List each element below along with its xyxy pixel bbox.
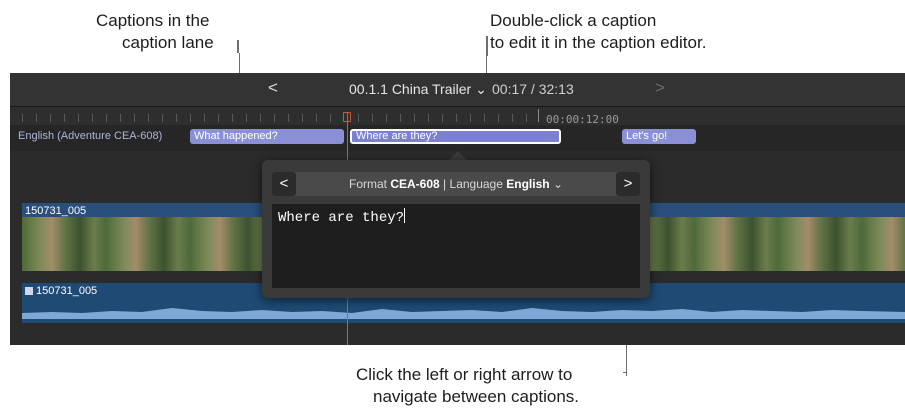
caption-clip[interactable]: Let's go! [622, 129, 696, 144]
caption-clip-selected[interactable]: Where are they? [350, 129, 561, 144]
video-clip-name: 150731_005 [25, 205, 87, 217]
previous-caption-button[interactable]: < [272, 172, 296, 196]
chevron-down-icon: ⌄ [475, 81, 487, 97]
caption-text-field[interactable]: Where are they? [272, 204, 640, 288]
timeline-ruler[interactable]: 00:00:12:00 [10, 107, 905, 126]
audio-waveform [22, 308, 905, 319]
back-button[interactable]: < [268, 78, 278, 98]
project-title[interactable]: 00.1.1 China Trailer ⌄ [349, 81, 487, 98]
caption-editor-header: < Format CEA-608 | Language English ⌄ > [272, 172, 640, 196]
audio-waveform-icon [25, 287, 33, 295]
callout-edit-line1: Double-click a caption [490, 11, 657, 30]
caption-lane-name: English (Adventure CEA-608) [18, 130, 163, 142]
callout-edit-line2: to edit it in the caption editor. [490, 33, 707, 52]
timeline-toolbar: < 00.1.1 China Trailer ⌄ 00:17 / 32:13 > [10, 73, 905, 107]
audio-clip-name: 150731_005 [25, 285, 97, 297]
callout-leader-bracket [623, 372, 627, 373]
callout-nav-line1: Click the left or right arrow to [356, 365, 573, 384]
callout-caption-lane-line2: caption lane [122, 33, 214, 52]
text-caret [404, 208, 406, 223]
audio-clip-label: 150731_005 [36, 285, 98, 297]
caption-editor: < Format CEA-608 | Language English ⌄ > … [262, 160, 650, 298]
format-value: CEA-608 [390, 177, 440, 191]
forward-button[interactable]: > [655, 78, 665, 98]
separator: | [443, 177, 447, 191]
caption-text: Where are they? [278, 210, 405, 226]
language-label: Language [449, 177, 503, 191]
caption-clip[interactable]: What happened? [190, 129, 344, 144]
caption-lane: English (Adventure CEA-608) What happene… [10, 125, 905, 151]
chevron-down-icon: ⌄ [552, 177, 563, 191]
next-caption-button[interactable]: > [616, 172, 640, 196]
format-language-selector[interactable]: Format CEA-608 | Language English ⌄ [306, 177, 606, 191]
callout-caption-lane-line1: Captions in the [96, 11, 210, 30]
callout-nav-line2: navigate between captions. [373, 387, 580, 406]
callout-leader-bracket [237, 40, 239, 53]
callout-leader-bracket [486, 36, 488, 56]
playhead-timecode: 00:17 / 32:13 [492, 81, 574, 97]
editor-popover-pointer [449, 151, 467, 160]
project-title-label: 00.1.1 China Trailer [349, 81, 472, 97]
language-value: English [506, 177, 550, 191]
playhead-marker[interactable] [343, 112, 351, 122]
format-label: Format [348, 177, 387, 191]
